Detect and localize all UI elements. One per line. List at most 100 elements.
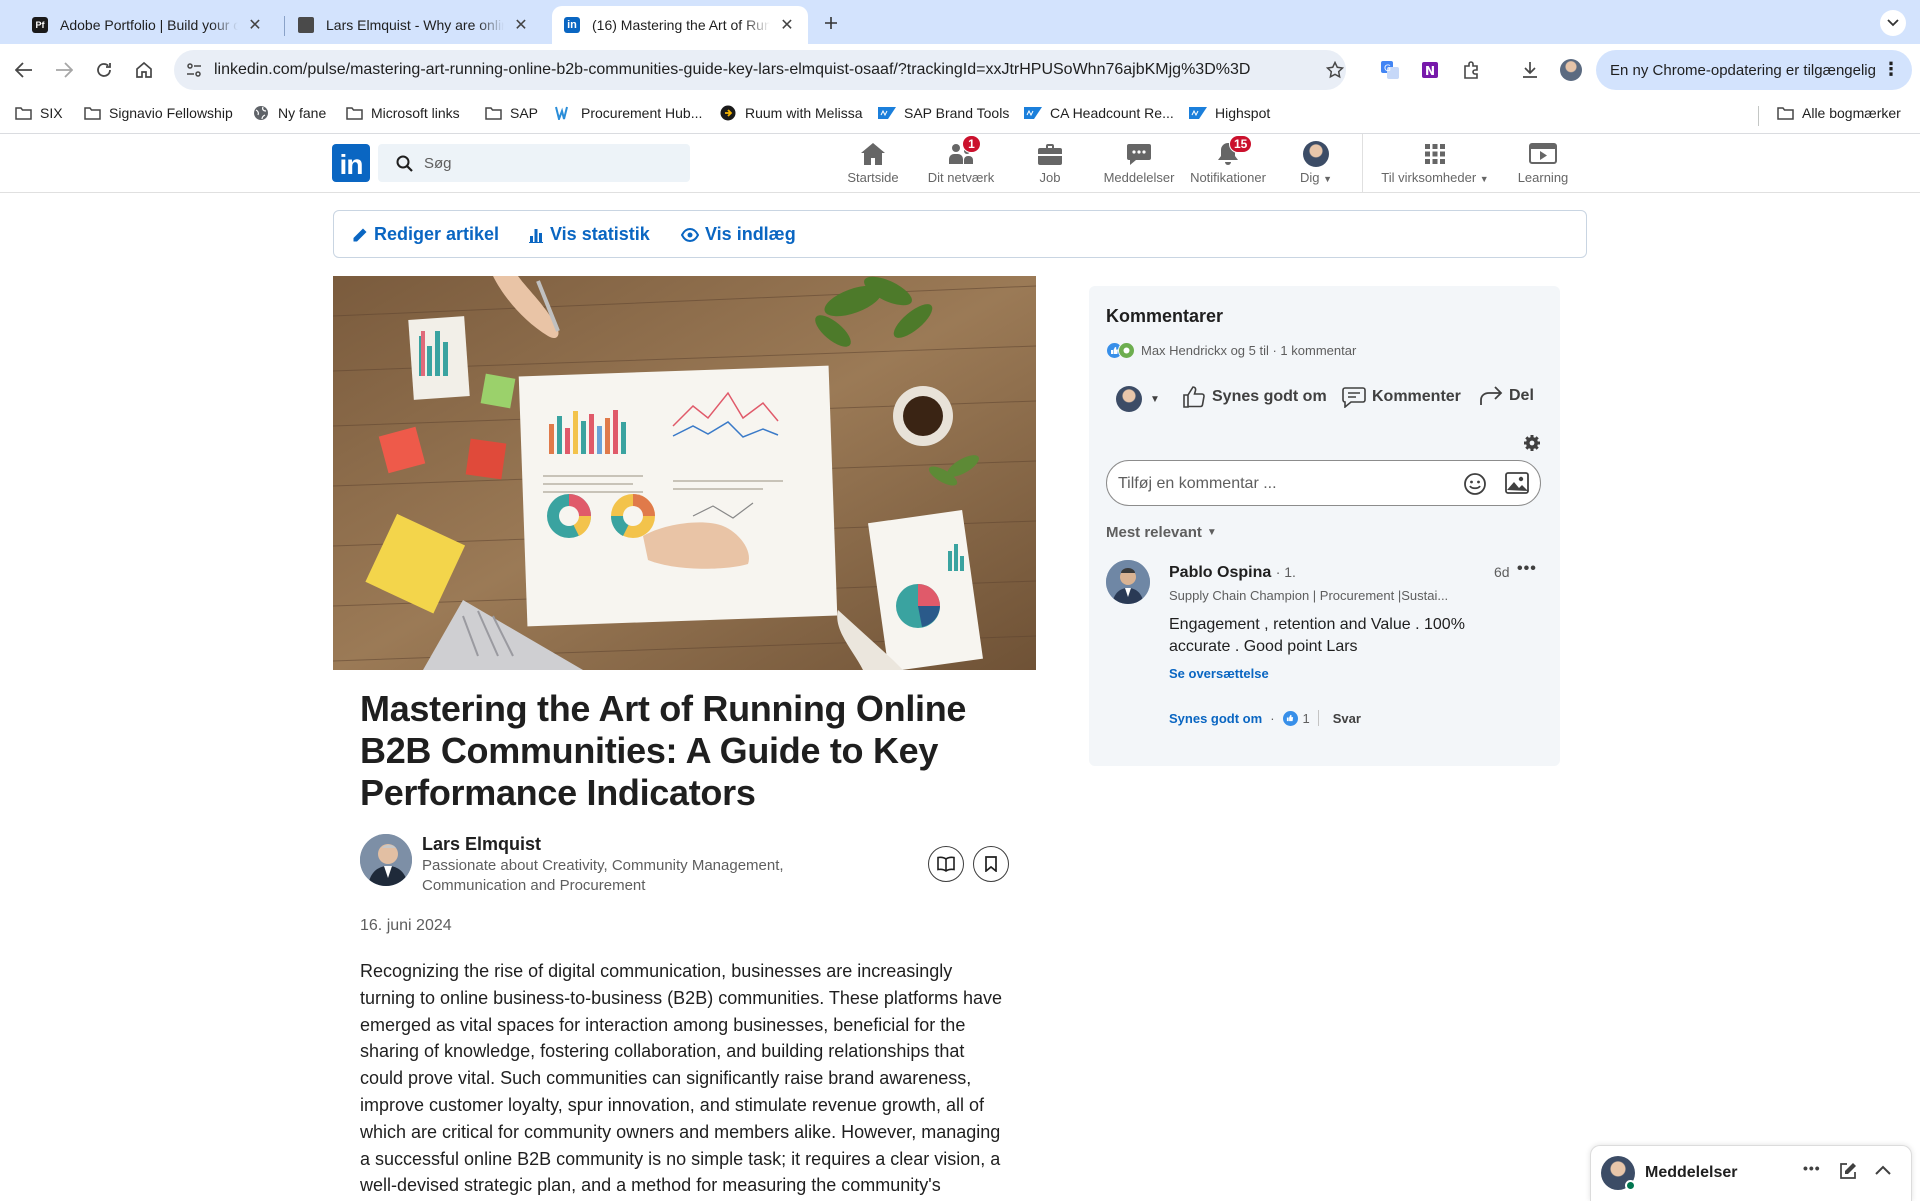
- like-reaction-icon: [1282, 710, 1298, 726]
- view-statistics-button[interactable]: Vis statistik: [528, 224, 650, 245]
- bookmarks-bar: SIX Signavio Fellowship Ny fane Microsof…: [0, 96, 1920, 134]
- bookmark-label: Alle bogmærker: [1802, 105, 1901, 121]
- search-input[interactable]: Søg: [378, 144, 690, 182]
- edit-article-button[interactable]: Rediger artikel: [352, 224, 499, 245]
- commenter-name[interactable]: Pablo Ospina · 1.: [1169, 564, 1296, 582]
- linkedin-favicon-icon: in: [564, 17, 580, 33]
- emoji-icon[interactable]: [1463, 472, 1487, 496]
- compose-message-icon[interactable]: [1839, 1162, 1857, 1180]
- browser-tab-mastering-article[interactable]: in (16) Mastering the Art of Running Onl…: [552, 6, 808, 44]
- nav-til-virksomheder[interactable]: Til virksomheder ▼: [1370, 140, 1500, 190]
- bookmark-label: CA Headcount Re...: [1050, 105, 1174, 121]
- bookmark-six[interactable]: SIX: [14, 105, 63, 121]
- network-icon: 1: [947, 135, 981, 168]
- bookmark-ca-headcount[interactable]: CA Headcount Re...: [1024, 105, 1174, 121]
- comment-like-button[interactable]: Synes godt om: [1169, 711, 1262, 726]
- comments-panel: Kommentarer Max Hendrickx og 5 til · 1 k…: [1089, 286, 1560, 766]
- reading-mode-button[interactable]: [928, 846, 964, 882]
- separator-dot: ·: [1270, 710, 1275, 726]
- folder-icon: [14, 105, 32, 121]
- reload-icon[interactable]: [90, 56, 118, 84]
- save-article-button[interactable]: [973, 846, 1009, 882]
- bookmark-sap-brand-tools[interactable]: SAP Brand Tools: [878, 105, 1009, 121]
- comment-like-count[interactable]: 1: [1303, 711, 1310, 726]
- nav-label: Til virksomheder ▼: [1381, 170, 1489, 185]
- browser-tab-adobe-portfolio[interactable]: Pf Adobe Portfolio | Build your own pers…: [20, 6, 276, 44]
- article-body: Recognizing the rise of digital communic…: [360, 961, 1002, 1196]
- comment-input[interactable]: Tilføj en kommentar ...: [1106, 460, 1541, 506]
- onenote-icon[interactable]: N: [1416, 56, 1444, 84]
- bookmark-label: SAP Brand Tools: [904, 105, 1010, 121]
- reply-button[interactable]: Svar: [1333, 711, 1361, 726]
- learning-icon: [1529, 140, 1557, 168]
- author-avatar[interactable]: [360, 834, 412, 886]
- home-icon[interactable]: [130, 56, 158, 84]
- site-info-icon[interactable]: [186, 62, 202, 78]
- sort-dropdown[interactable]: Mest relevant ▼: [1106, 524, 1217, 541]
- bookmark-sap[interactable]: SAP: [484, 105, 538, 121]
- all-bookmarks-button[interactable]: Alle bogmærker: [1776, 105, 1901, 121]
- share-button[interactable]: Del: [1479, 386, 1534, 406]
- nav-learning[interactable]: Learning: [1508, 140, 1578, 190]
- url-text[interactable]: linkedin.com/pulse/mastering-art-running…: [214, 61, 1250, 79]
- settings-gear-icon[interactable]: [1523, 434, 1541, 452]
- bookmark-signavio-fellowship[interactable]: Signavio Fellowship: [83, 105, 233, 121]
- forward-arrow-icon[interactable]: [50, 56, 78, 84]
- support-reaction-icon: [1118, 342, 1135, 359]
- nav-startside[interactable]: Startside: [842, 140, 904, 190]
- nav-label: Meddelelser: [1103, 170, 1175, 185]
- bookmark-label: Highspot: [1215, 105, 1271, 121]
- browser-tab-lars-elmquist[interactable]: Lars Elmquist - Why are online B2B commu…: [286, 6, 542, 44]
- more-options-icon[interactable]: •••: [1517, 560, 1537, 578]
- bookmark-star-icon[interactable]: [1326, 61, 1344, 79]
- bookmark-microsoft-links[interactable]: Microsoft links: [345, 105, 460, 121]
- nav-job[interactable]: Job: [1020, 140, 1080, 190]
- reaction-actor-switcher[interactable]: ▼: [1116, 386, 1160, 412]
- view-post-label: Vis indlæg: [705, 224, 796, 244]
- commenter-name-text: Pablo Ospina: [1169, 564, 1272, 581]
- image-icon[interactable]: [1505, 472, 1529, 494]
- search-icon: [396, 155, 413, 172]
- edit-article-label: Rediger artikel: [374, 224, 500, 244]
- grid-icon: [1421, 140, 1449, 168]
- download-icon[interactable]: [1516, 56, 1544, 84]
- see-translation-link[interactable]: Se oversættelse: [1169, 666, 1269, 681]
- google-translate-icon[interactable]: G: [1376, 56, 1404, 84]
- bookmark-label: SAP: [510, 105, 539, 121]
- close-icon[interactable]: ✕: [512, 16, 530, 34]
- linkedin-logo-icon[interactable]: in: [332, 144, 370, 182]
- view-post-button[interactable]: Vis indlæg: [681, 224, 796, 245]
- back-arrow-icon[interactable]: [10, 56, 38, 84]
- bookmark-ruum-with-melissa[interactable]: Ruum with Melissa: [719, 105, 862, 121]
- nav-label: Notifikationer: [1190, 170, 1266, 185]
- close-icon[interactable]: ✕: [246, 16, 264, 34]
- more-options-icon[interactable]: •••: [1803, 1160, 1821, 1176]
- browser-tab-strip: Pf Adobe Portfolio | Build your own pers…: [0, 0, 1920, 44]
- address-bar[interactable]: linkedin.com/pulse/mastering-art-running…: [174, 50, 1346, 90]
- nav-dig[interactable]: Dig ▼: [1288, 140, 1344, 190]
- chrome-profile-avatar[interactable]: [1557, 56, 1585, 84]
- bookmark-label: Ny fane: [278, 105, 327, 121]
- reactions-summary[interactable]: Max Hendrickx og 5 til · 1 kommentar: [1106, 342, 1356, 359]
- comment-text: Engagement , retention and Value . 100% …: [1169, 616, 1465, 655]
- bookmark-ny-fane[interactable]: Ny fane: [252, 105, 326, 121]
- kebab-menu-icon[interactable]: ⋮: [1882, 59, 1900, 79]
- close-icon[interactable]: ✕: [778, 16, 796, 34]
- author-name[interactable]: Lars Elmquist: [422, 834, 541, 855]
- commenter-avatar[interactable]: [1106, 560, 1150, 604]
- nav-notifikationer[interactable]: 15 Notifikationer: [1184, 135, 1272, 190]
- tab-search-chevron-icon[interactable]: [1880, 10, 1906, 36]
- nav-dit-netvaerk[interactable]: 1 Dit netværk: [922, 135, 1000, 190]
- chevron-up-icon[interactable]: [1875, 1165, 1891, 1175]
- messaging-overlay-bar[interactable]: Meddelelser •••: [1590, 1145, 1912, 1201]
- like-button[interactable]: Synes godt om: [1182, 386, 1327, 408]
- new-tab-icon[interactable]: [820, 12, 842, 34]
- chrome-update-button[interactable]: En ny Chrome-opdatering er tilgængelig ⋮: [1596, 50, 1912, 90]
- bookmark-highspot[interactable]: Highspot: [1189, 105, 1270, 121]
- update-label: En ny Chrome-opdatering er tilgængelig: [1610, 61, 1876, 79]
- extensions-puzzle-icon[interactable]: [1458, 56, 1486, 84]
- search-placeholder: Søg: [424, 155, 452, 172]
- comment-button[interactable]: Kommenter: [1342, 386, 1461, 408]
- nav-meddelelser[interactable]: Meddelelser: [1096, 140, 1182, 190]
- bookmark-procurement-hub[interactable]: Procurement Hub...: [555, 105, 702, 121]
